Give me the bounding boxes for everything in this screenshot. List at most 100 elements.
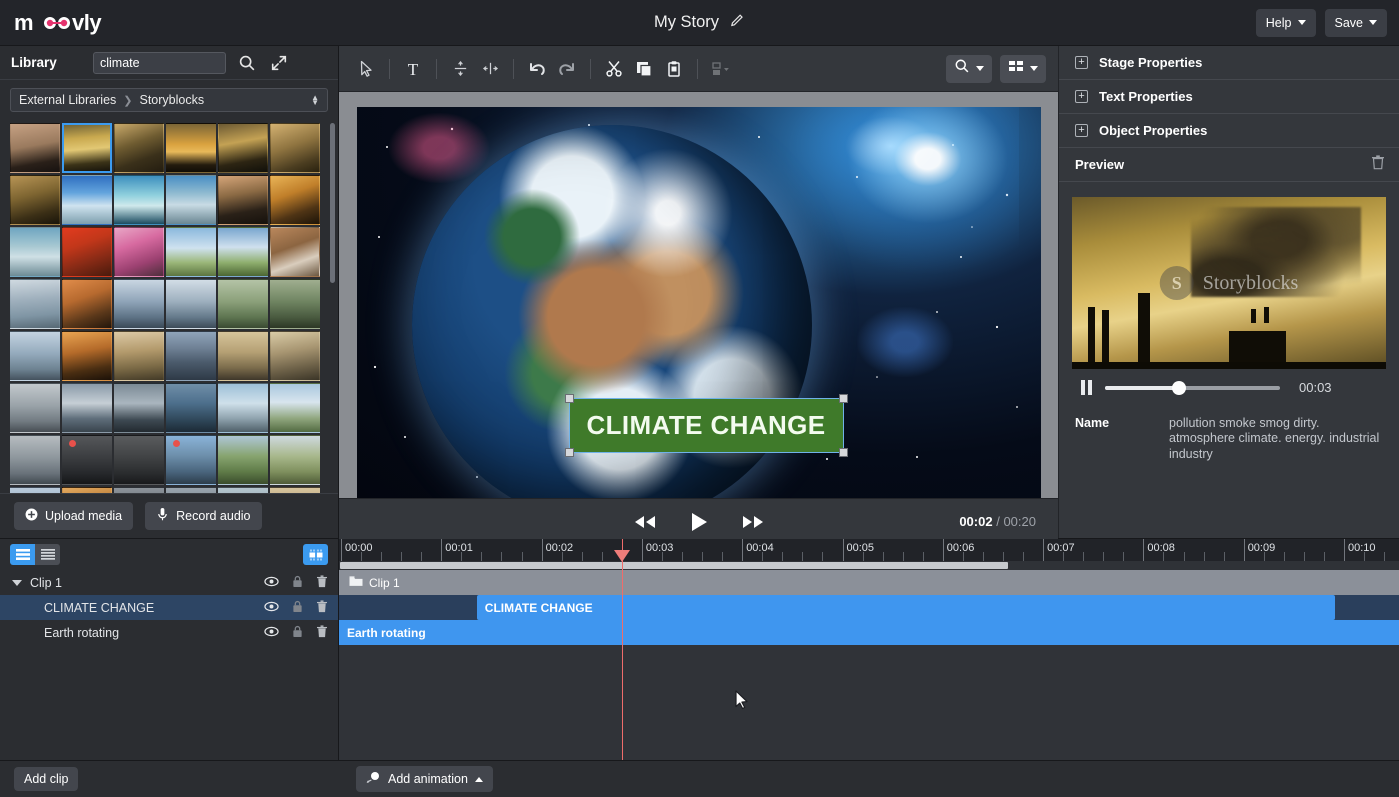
media-thumbnail[interactable] — [114, 383, 164, 434]
section-text-properties[interactable]: + Text Properties — [1059, 80, 1399, 114]
align-vertical-icon[interactable] — [445, 55, 475, 83]
preview-media-image[interactable]: S Storyblocks — [1072, 197, 1386, 369]
lock-icon[interactable] — [292, 625, 303, 641]
media-thumbnail[interactable] — [270, 175, 320, 226]
playhead-marker[interactable] — [614, 550, 630, 562]
resize-handle-top-right[interactable] — [838, 394, 848, 403]
media-thumbnail[interactable] — [218, 227, 268, 278]
track-clip-header[interactable]: Clip 1 — [339, 570, 1399, 595]
layer-row-clip-1[interactable]: Clip 1 — [0, 570, 338, 595]
add-animation-button[interactable]: Add animation — [356, 766, 493, 792]
search-input[interactable] — [93, 51, 226, 74]
track-row-climate-change[interactable]: CLIMATE CHANGE — [339, 595, 1399, 620]
timeline-horizontal-scrollbar[interactable] — [339, 561, 1399, 570]
media-thumbnail[interactable] — [10, 175, 60, 226]
media-thumbnail[interactable] — [62, 435, 112, 486]
media-thumbnail[interactable] — [270, 227, 320, 278]
media-thumbnail[interactable] — [166, 331, 216, 382]
media-thumbnail[interactable] — [218, 123, 268, 174]
layer-row-earth-rotating[interactable]: Earth rotating — [0, 620, 338, 645]
library-scrollbar[interactable] — [330, 123, 335, 284]
trash-icon[interactable] — [316, 599, 328, 616]
media-thumbnail[interactable] — [62, 227, 112, 278]
media-thumbnail[interactable] — [10, 227, 60, 278]
media-thumbnail[interactable] — [62, 331, 112, 382]
breadcrumb-root[interactable]: External Libraries — [19, 93, 116, 107]
chevron-down-icon[interactable] — [12, 579, 22, 586]
copy-icon[interactable] — [629, 55, 659, 83]
record-audio-button[interactable]: Record audio — [145, 502, 262, 530]
media-thumbnails-area[interactable] — [0, 119, 338, 493]
media-thumbnail[interactable] — [270, 435, 320, 486]
media-thumbnail[interactable] — [10, 435, 60, 486]
media-thumbnail[interactable] — [166, 279, 216, 330]
media-thumbnail[interactable] — [114, 435, 164, 486]
media-thumbnail[interactable] — [166, 435, 216, 486]
resize-handle-bottom-right[interactable] — [838, 448, 848, 457]
align-horizontal-icon[interactable] — [475, 55, 505, 83]
media-thumbnail[interactable] — [166, 383, 216, 434]
media-thumbnail[interactable] — [218, 435, 268, 486]
media-thumbnail[interactable] — [218, 175, 268, 226]
media-thumbnail[interactable] — [62, 487, 112, 493]
media-thumbnail[interactable] — [166, 227, 216, 278]
eye-icon[interactable] — [264, 576, 279, 590]
cursor-arrow-icon[interactable] — [351, 55, 381, 83]
text-tool-icon[interactable]: T — [398, 55, 428, 83]
timeline-bar-climate-change[interactable]: CLIMATE CHANGE — [476, 595, 1336, 620]
search-icon[interactable] — [236, 52, 258, 74]
media-thumbnail[interactable] — [218, 383, 268, 434]
seek-handle[interactable] — [1171, 380, 1186, 395]
media-thumbnail[interactable] — [114, 227, 164, 278]
section-object-properties[interactable]: + Object Properties — [1059, 114, 1399, 148]
media-thumbnail[interactable] — [270, 123, 320, 174]
pencil-icon[interactable] — [730, 13, 745, 33]
expand-icon[interactable] — [268, 52, 290, 74]
upload-media-button[interactable]: Upload media — [14, 502, 134, 530]
media-thumbnail[interactable] — [10, 383, 60, 434]
media-thumbnail[interactable] — [270, 279, 320, 330]
moovly-logo[interactable]: m vly — [14, 10, 118, 36]
media-thumbnail[interactable] — [62, 279, 112, 330]
timeline-ruler[interactable]: 00:00 00:01 00:02 00:03 00:04 00:05 00:06 00:07… — [339, 539, 1399, 561]
media-thumbnail[interactable] — [114, 487, 164, 493]
section-stage-properties[interactable]: + Stage Properties — [1059, 46, 1399, 80]
media-thumbnail[interactable] — [166, 487, 216, 493]
media-thumbnail[interactable] — [114, 331, 164, 382]
timeline-playhead[interactable] — [622, 539, 623, 760]
plus-icon[interactable]: + — [1075, 124, 1088, 137]
play-icon[interactable] — [690, 512, 708, 532]
help-button[interactable]: Help — [1255, 8, 1316, 37]
chevron-updown-icon[interactable]: ▲ ▼ — [311, 94, 319, 107]
save-button[interactable]: Save — [1324, 8, 1387, 37]
layout-dropdown[interactable] — [1000, 54, 1046, 83]
media-thumbnail[interactable] — [114, 279, 164, 330]
eye-icon[interactable] — [264, 626, 279, 640]
media-thumbnail[interactable] — [218, 331, 268, 382]
plus-icon[interactable]: + — [1075, 56, 1088, 69]
lock-icon[interactable] — [292, 575, 303, 591]
scissors-icon[interactable] — [599, 55, 629, 83]
resize-handle-bottom-left[interactable] — [564, 448, 574, 457]
zoom-dropdown[interactable] — [946, 54, 992, 83]
split-view-icon[interactable] — [303, 544, 328, 565]
trash-icon[interactable] — [316, 574, 328, 591]
lock-icon[interactable] — [292, 600, 303, 616]
media-thumbnail[interactable] — [166, 123, 216, 174]
timeline-bar-earth-rotating[interactable]: Earth rotating — [339, 620, 1399, 645]
undo-icon[interactable] — [522, 55, 552, 83]
fast-forward-icon[interactable] — [740, 514, 766, 530]
list-view-icon[interactable] — [10, 544, 35, 565]
track-row-earth-rotating[interactable]: Earth rotating — [339, 620, 1399, 645]
add-clip-button[interactable]: Add clip — [14, 767, 79, 791]
media-thumbnail[interactable] — [114, 123, 164, 174]
media-thumbnail[interactable] — [62, 123, 112, 174]
media-thumbnail-grid[interactable] — [0, 119, 338, 493]
media-thumbnail[interactable] — [10, 279, 60, 330]
media-thumbnail[interactable] — [270, 331, 320, 382]
media-thumbnail[interactable] — [10, 331, 60, 382]
paste-icon[interactable] — [659, 55, 689, 83]
pause-icon[interactable] — [1081, 380, 1092, 395]
preview-seek-slider[interactable] — [1105, 380, 1280, 395]
redo-icon[interactable] — [552, 55, 582, 83]
